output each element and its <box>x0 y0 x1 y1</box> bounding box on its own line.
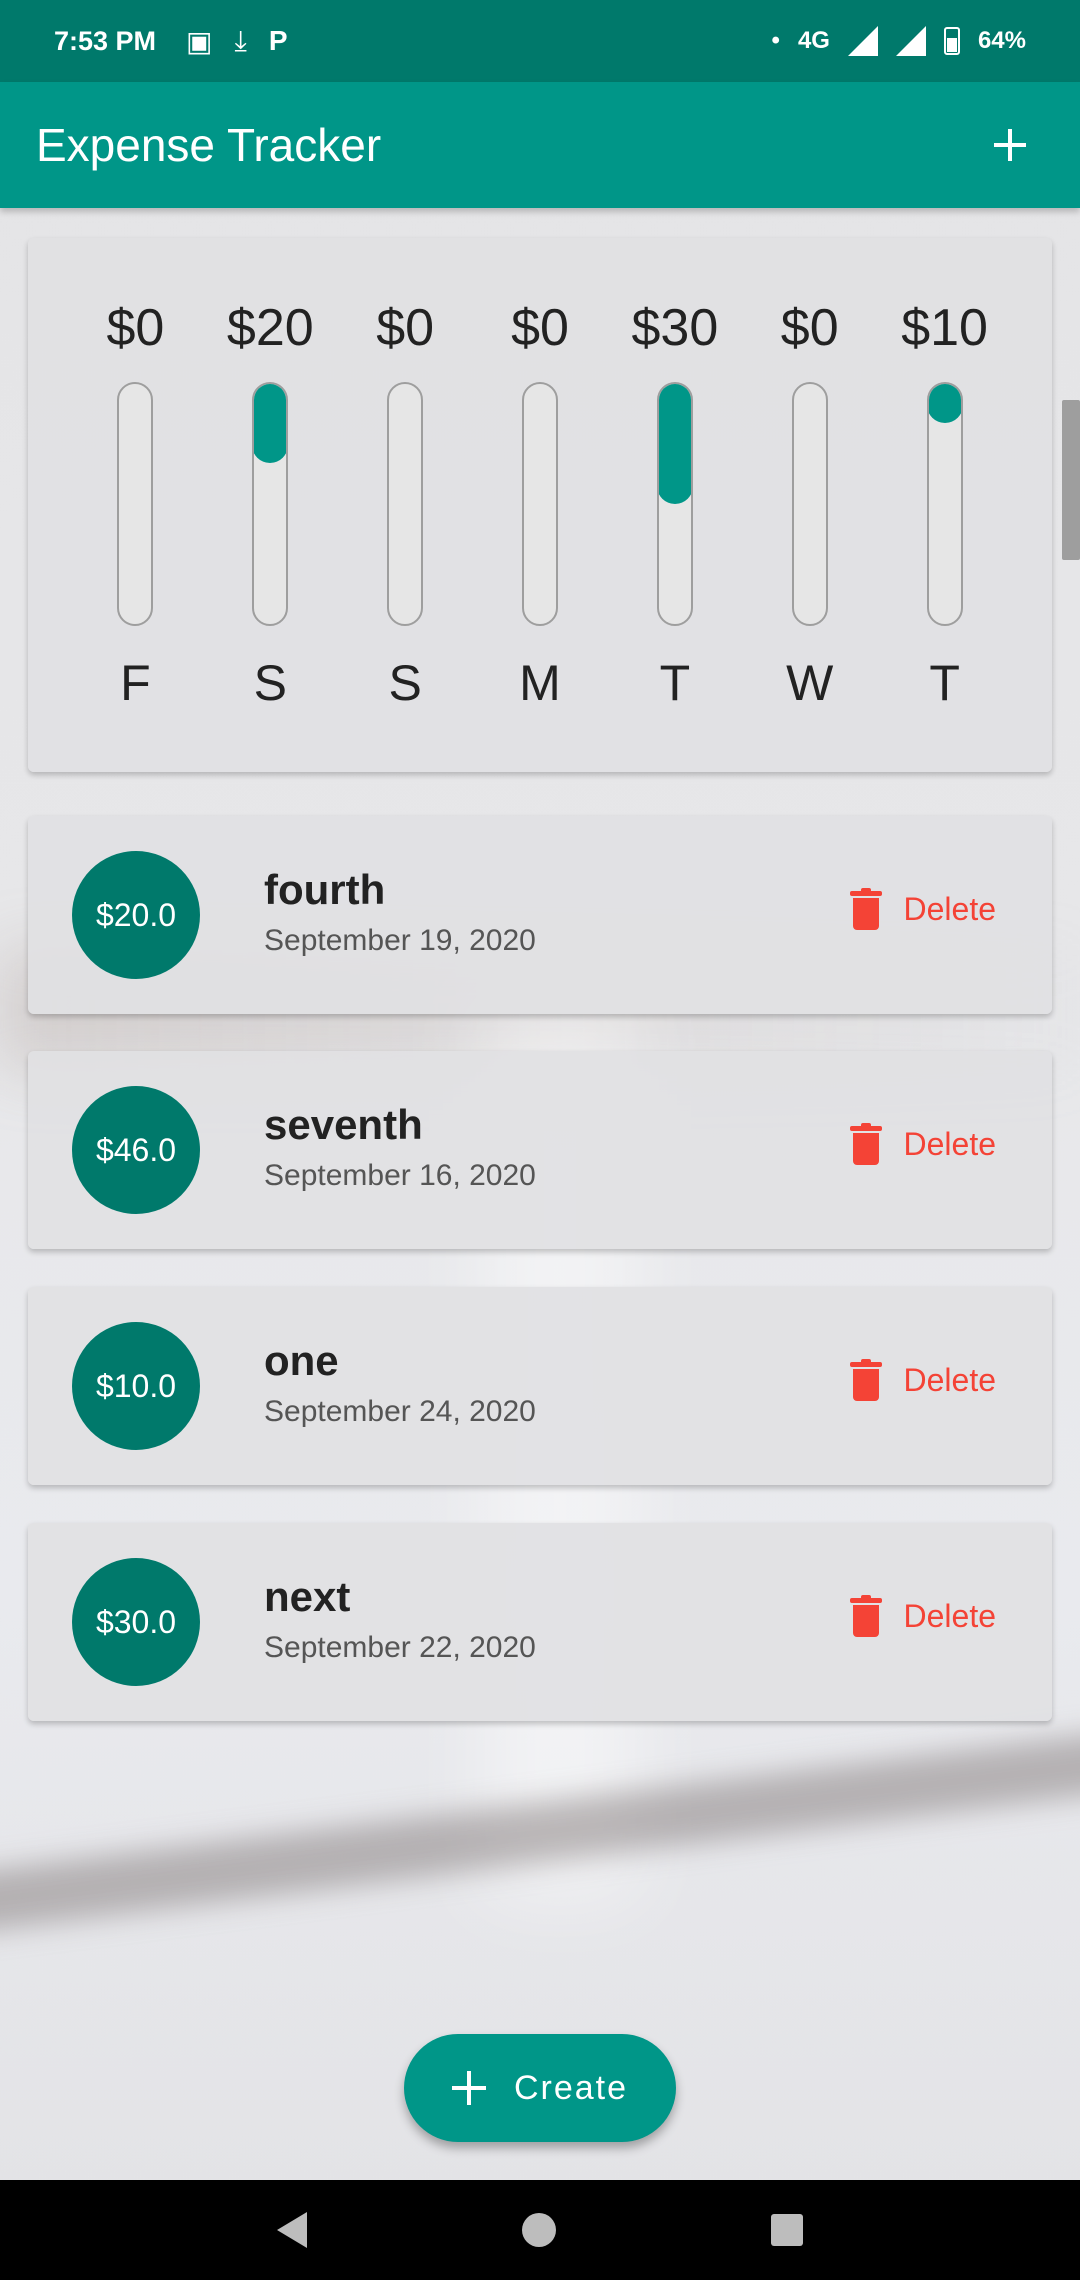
chart-column: $30 T <box>607 298 742 738</box>
transaction-date: September 24, 2020 <box>264 1395 536 1428</box>
image-icon: ▣ <box>186 25 213 57</box>
chart-bar-fill <box>658 384 691 504</box>
delete-label: Delete <box>903 1361 997 1398</box>
transaction-title: seventh <box>264 1101 423 1148</box>
recents-icon[interactable] <box>770 2214 803 2246</box>
chart-column: $0 S <box>338 298 473 738</box>
dot-icon: • <box>771 27 780 54</box>
delete-label: Delete <box>903 890 997 927</box>
p-icon: P <box>268 25 288 56</box>
trash-icon <box>849 1359 882 1401</box>
chart-day-label: F <box>120 655 151 711</box>
chart-column: $20 S <box>203 298 338 738</box>
chart-day-label: T <box>659 655 691 711</box>
chart-day-label: M <box>519 655 561 711</box>
chart-bar <box>656 382 693 626</box>
chart-amount: $10 <box>901 299 988 357</box>
weekly-chart-card: $0 F $20 S $0 S $0 M $30 T $0 W $10 T <box>28 238 1052 772</box>
create-button[interactable]: Create <box>404 2034 676 2142</box>
chart-day-label: S <box>253 655 287 711</box>
chart-amount: $30 <box>631 299 719 357</box>
status-time: 7:53 PM <box>54 25 157 56</box>
chart-column: $0 M <box>473 298 608 738</box>
chart-column: $0 F <box>68 298 203 738</box>
trash-icon <box>849 888 882 930</box>
chart-column: $10 T <box>877 298 1012 738</box>
chart-bar <box>926 382 963 626</box>
battery-percent: 64% <box>977 27 1026 54</box>
create-label: Create <box>513 2068 629 2107</box>
chart-day-label: S <box>388 655 422 711</box>
navigation-bar <box>0 2180 1080 2280</box>
delete-button[interactable]: Delete <box>849 1123 997 1165</box>
battery-icon <box>943 27 960 55</box>
transaction-title: next <box>264 1573 351 1620</box>
status-bar: 7:53 PM ▣ ⤓ P • 4G 64% <box>0 0 1080 82</box>
trash-icon <box>849 1595 882 1637</box>
delete-button[interactable]: Delete <box>849 1595 997 1637</box>
transaction-title: fourth <box>264 866 386 913</box>
signal-icon-2 <box>895 26 926 56</box>
chart-amount: $0 <box>106 299 165 357</box>
chart-amount: $0 <box>511 299 569 357</box>
back-icon[interactable] <box>277 2212 308 2248</box>
transaction-card: $46.0 seventh September 16, 2020 Delete <box>28 1051 1052 1249</box>
signal-icon <box>847 26 878 56</box>
app-title: Expense Tracker <box>36 119 382 171</box>
transaction-card: $10.0 one September 24, 2020 Delete <box>28 1287 1052 1485</box>
chart-bar <box>791 382 828 626</box>
home-icon[interactable] <box>521 2213 556 2247</box>
plus-icon <box>451 2071 486 2105</box>
chart-day-label: W <box>786 655 834 711</box>
delete-button[interactable]: Delete <box>849 1359 997 1401</box>
chart-bar <box>522 382 558 626</box>
transaction-card: $30.0 next September 22, 2020 Delete <box>28 1523 1052 1721</box>
trash-icon <box>849 1123 882 1165</box>
chart-amount: $0 <box>376 299 435 357</box>
delete-button[interactable]: Delete <box>849 888 997 930</box>
download-icon: ⤓ <box>234 24 247 56</box>
notification-icons: ▣ ⤓ P <box>186 25 288 58</box>
chart-column: $0 W <box>742 298 877 738</box>
chart-bar-fill <box>254 384 287 463</box>
transaction-date: September 22, 2020 <box>264 1631 536 1664</box>
chart-bar-fill <box>928 384 961 423</box>
amount-avatar: $20.0 <box>72 851 200 979</box>
add-expense-button[interactable] <box>974 110 1044 180</box>
transaction-date: September 19, 2020 <box>264 924 536 957</box>
amount-avatar: $30.0 <box>72 1558 200 1686</box>
delete-label: Delete <box>903 1597 997 1634</box>
chart-day-label: T <box>929 655 960 711</box>
status-right: • 4G 64% <box>772 26 1026 56</box>
chart-columns: $0 F $20 S $0 S $0 M $30 T $0 W $10 T <box>68 298 1012 738</box>
chart-amount: $20 <box>226 299 314 357</box>
delete-label: Delete <box>903 1125 997 1162</box>
scrollbar[interactable] <box>1062 400 1080 560</box>
app-bar: Expense Tracker <box>0 82 1080 208</box>
transaction-card: $20.0 fourth September 19, 2020 Delete <box>28 816 1052 1014</box>
chart-bar <box>117 382 154 626</box>
transaction-title: one <box>264 1337 339 1384</box>
transaction-date: September 16, 2020 <box>264 1159 536 1192</box>
amount-avatar: $10.0 <box>72 1322 200 1450</box>
chart-amount: $0 <box>780 299 839 357</box>
chart-bar <box>387 382 424 626</box>
amount-avatar: $46.0 <box>72 1086 200 1214</box>
network-type: 4G <box>797 27 830 54</box>
chart-bar <box>252 382 289 626</box>
